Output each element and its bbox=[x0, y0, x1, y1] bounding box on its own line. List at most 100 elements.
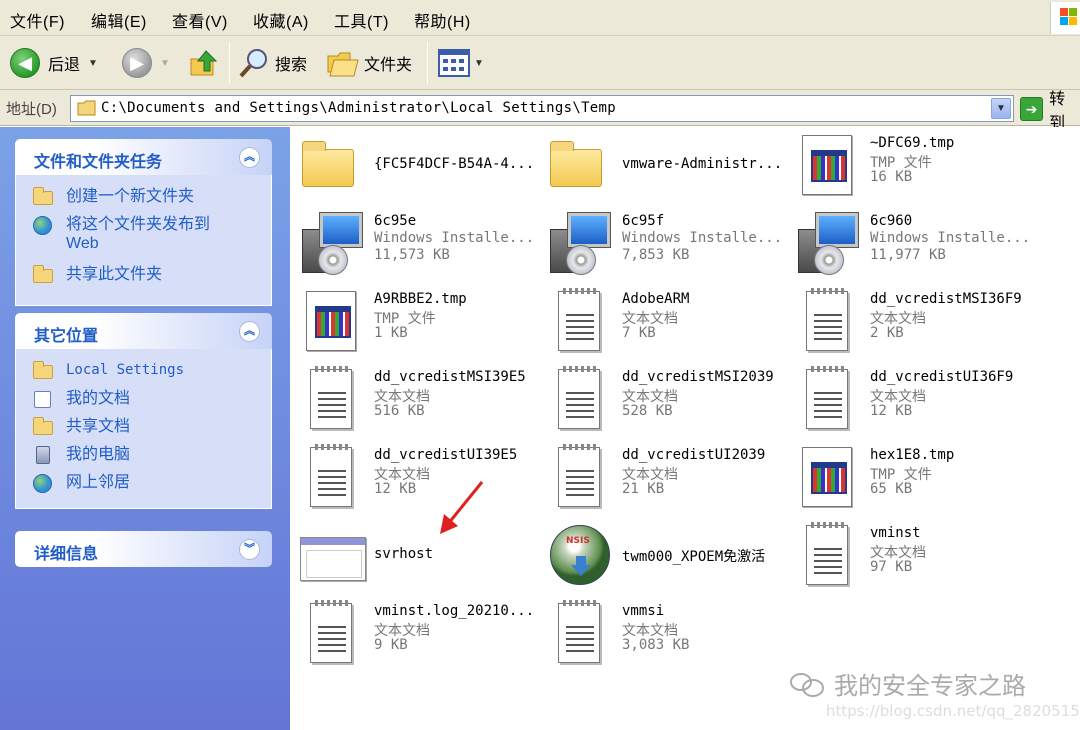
folders-label: 文件夹 bbox=[364, 57, 413, 74]
menu-edit[interactable]: 编辑(E) bbox=[91, 8, 147, 32]
other-places-panel: 其它位置 ︽ Local Settings 我的文档 共享文档 我的电脑 网上邻… bbox=[15, 313, 272, 509]
task-pane: 文件和文件夹任务 ︽ 创建一个新文件夹 将这个文件夹发布到 Web 共享此文件夹… bbox=[0, 127, 290, 730]
collapse-icon[interactable]: ︽ bbox=[239, 321, 260, 342]
file-size: 12 KB bbox=[374, 481, 417, 497]
file-name: dd_vcredistUI39E5 bbox=[374, 447, 518, 463]
place-label: 网上邻居 bbox=[66, 474, 131, 491]
file-item[interactable]: vminst 文本文档 97 KB bbox=[790, 519, 1030, 591]
file-tasks-header[interactable]: 文件和文件夹任务 ︽ bbox=[15, 139, 272, 175]
place-label: 我的文档 bbox=[66, 390, 131, 407]
place-shared-documents[interactable]: 共享文档 bbox=[32, 417, 130, 437]
file-name: AdobeARM bbox=[622, 291, 690, 307]
file-item[interactable]: A9RBBE2.tmp TMP 文件 1 KB bbox=[294, 285, 534, 357]
file-name: A9RBBE2.tmp bbox=[374, 291, 467, 307]
computer-icon bbox=[32, 445, 54, 465]
search-icon bbox=[239, 49, 267, 78]
file-name: vmmsi bbox=[622, 603, 665, 619]
address-input[interactable]: C:\Documents and Settings\Administrator\… bbox=[70, 95, 1014, 122]
file-item[interactable]: {FC5F4DCF-B54A-4... bbox=[294, 129, 534, 201]
other-places-header[interactable]: 其它位置 ︽ bbox=[15, 313, 272, 349]
file-item[interactable]: vmmsi 文本文档 3,083 KB bbox=[542, 597, 782, 669]
file-item[interactable]: 6c960 Windows Installe... 11,977 KB bbox=[790, 207, 1030, 279]
file-item[interactable]: dd_vcredistMSI36F9 文本文档 2 KB bbox=[790, 285, 1030, 357]
details-panel: 详细信息 ︾ bbox=[15, 531, 272, 567]
menu-help[interactable]: 帮助(H) bbox=[414, 8, 471, 32]
file-name: dd_vcredistUI36F9 bbox=[870, 369, 1014, 385]
file-name: twm000_XPOEM免激活 bbox=[622, 549, 766, 565]
file-item[interactable]: 6c95e Windows Installe... 11,573 KB bbox=[294, 207, 534, 279]
views-icon bbox=[438, 49, 470, 77]
menu-file[interactable]: 文件(F) bbox=[10, 8, 65, 32]
file-item[interactable]: vmware-Administr... bbox=[542, 129, 782, 201]
views-dropdown-icon[interactable]: ▼ bbox=[474, 58, 484, 69]
file-item[interactable]: hex1E8.tmp TMP 文件 65 KB bbox=[790, 441, 1030, 513]
file-size: 3,083 KB bbox=[622, 637, 690, 653]
address-dropdown-icon[interactable]: ▼ bbox=[991, 98, 1011, 119]
back-dropdown-icon[interactable]: ▼ bbox=[88, 58, 98, 69]
file-item[interactable]: svrhost bbox=[294, 519, 534, 591]
search-label: 搜索 bbox=[275, 57, 308, 74]
publish-web-link[interactable]: 将这个文件夹发布到 Web bbox=[32, 215, 232, 253]
file-name: 6c960 bbox=[870, 213, 913, 229]
publish-web-label: 将这个文件夹发布到 Web bbox=[66, 216, 211, 252]
file-size: 65 KB bbox=[870, 481, 913, 497]
file-item[interactable]: NSIS twm000_XPOEM免激活 bbox=[542, 519, 782, 591]
expand-icon[interactable]: ︾ bbox=[239, 539, 260, 560]
file-size: 12 KB bbox=[870, 403, 913, 419]
file-item[interactable]: ~DFC69.tmp TMP 文件 16 KB bbox=[790, 129, 1030, 201]
place-my-computer[interactable]: 我的电脑 bbox=[32, 445, 130, 465]
address-path: C:\Documents and Settings\Administrator\… bbox=[101, 100, 616, 116]
file-name: 6c95e bbox=[374, 213, 417, 229]
details-header[interactable]: 详细信息 ︾ bbox=[15, 531, 272, 567]
file-item[interactable]: dd_vcredistUI2039 文本文档 21 KB bbox=[542, 441, 782, 513]
place-local-settings[interactable]: Local Settings bbox=[32, 361, 184, 381]
folders-button[interactable]: 文件夹 bbox=[326, 44, 412, 82]
msi-file-icon bbox=[548, 211, 612, 275]
forward-dropdown-icon[interactable]: ▼ bbox=[160, 58, 170, 69]
msi-file-icon bbox=[300, 211, 364, 275]
file-type: Windows Installe... bbox=[622, 230, 783, 246]
place-my-documents[interactable]: 我的文档 bbox=[32, 389, 130, 409]
file-size: 7,853 KB bbox=[622, 247, 690, 263]
txt-file-icon bbox=[796, 366, 860, 431]
svr-file-icon bbox=[300, 523, 366, 587]
up-folder-button[interactable] bbox=[188, 44, 220, 82]
file-name: dd_vcredistMSI36F9 bbox=[870, 291, 1022, 307]
views-button[interactable]: ▼ bbox=[438, 44, 484, 82]
file-item[interactable]: dd_vcredistMSI2039 文本文档 528 KB bbox=[542, 363, 782, 435]
menu-tools[interactable]: 工具(T) bbox=[334, 8, 389, 32]
address-label: 地址(D) bbox=[6, 101, 57, 118]
file-name: dd_vcredistUI2039 bbox=[622, 447, 766, 463]
nsis-file-icon: NSIS bbox=[548, 523, 612, 587]
file-size: 7 KB bbox=[622, 325, 656, 341]
txt-file-icon bbox=[300, 600, 364, 665]
file-size: 16 KB bbox=[870, 169, 913, 185]
back-button[interactable]: ◀ 后退 ▼ bbox=[10, 44, 98, 82]
file-tasks-body: 创建一个新文件夹 将这个文件夹发布到 Web 共享此文件夹 bbox=[15, 175, 272, 306]
file-item[interactable]: AdobeARM 文本文档 7 KB bbox=[542, 285, 782, 357]
share-folder-link[interactable]: 共享此文件夹 bbox=[32, 265, 162, 285]
globe-icon bbox=[32, 215, 54, 235]
search-button[interactable]: 搜索 bbox=[237, 44, 307, 82]
collapse-icon[interactable]: ︽ bbox=[239, 147, 260, 168]
file-item[interactable]: dd_vcredistUI36F9 文本文档 12 KB bbox=[790, 363, 1030, 435]
file-name: {FC5F4DCF-B54A-4... bbox=[374, 156, 535, 172]
file-item[interactable]: vminst.log_20210... 文本文档 9 KB bbox=[294, 597, 534, 669]
file-item[interactable]: dd_vcredistMSI39E5 文本文档 516 KB bbox=[294, 363, 534, 435]
watermark: 我的安全专家之路 bbox=[790, 666, 1026, 701]
menu-view[interactable]: 查看(V) bbox=[172, 8, 228, 32]
place-network[interactable]: 网上邻居 bbox=[32, 473, 130, 493]
watermark-url: https://blog.csdn.net/qq_28205153 bbox=[826, 702, 1080, 720]
msi-file-icon bbox=[796, 211, 860, 275]
file-size: 1 KB bbox=[374, 325, 408, 341]
new-folder-link[interactable]: 创建一个新文件夹 bbox=[32, 187, 194, 207]
file-item[interactable]: 6c95f Windows Installe... 7,853 KB bbox=[542, 207, 782, 279]
file-name: ~DFC69.tmp bbox=[870, 135, 955, 151]
menu-favorites[interactable]: 收藏(A) bbox=[253, 8, 309, 32]
toolbar-separator bbox=[229, 42, 230, 84]
txt-file-icon bbox=[300, 366, 364, 431]
go-button[interactable]: ➔ 转到 bbox=[1020, 91, 1080, 132]
file-item[interactable]: dd_vcredistUI39E5 文本文档 12 KB bbox=[294, 441, 534, 513]
file-size: 528 KB bbox=[622, 403, 673, 419]
forward-button[interactable]: ▶ ▼ bbox=[122, 44, 170, 82]
